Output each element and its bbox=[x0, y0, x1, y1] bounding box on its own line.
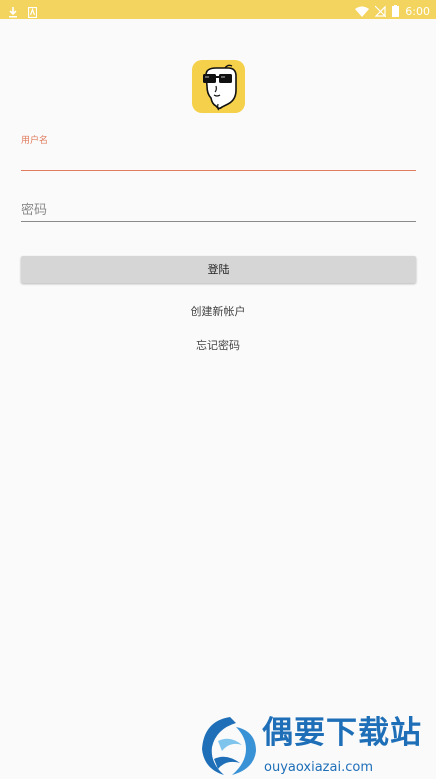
glasses-character-logo-icon bbox=[203, 64, 237, 111]
watermark-title: 偶要下载站 bbox=[262, 715, 422, 751]
username-field[interactable] bbox=[21, 150, 416, 171]
app-logo bbox=[192, 60, 245, 113]
watermark-logo-icon bbox=[202, 717, 256, 775]
username-label: 用户名 bbox=[21, 136, 49, 146]
status-bar: 6:00 bbox=[0, 0, 436, 19]
notification-icon bbox=[27, 3, 38, 22]
watermark-url: ouyaoxiazai.com bbox=[264, 760, 373, 775]
forgot-password-link[interactable]: 忘记密码 bbox=[0, 339, 436, 353]
clock: 6:00 bbox=[405, 5, 430, 18]
login-button-label: 登陆 bbox=[207, 263, 230, 276]
battery-icon bbox=[392, 2, 400, 21]
login-button[interactable]: 登陆 bbox=[21, 256, 416, 283]
wifi-icon bbox=[355, 2, 370, 21]
download-icon bbox=[8, 3, 18, 22]
status-bar-right: 6:00 bbox=[355, 2, 430, 21]
watermark: 偶要下载站 ouyaoxiazai.com bbox=[196, 711, 436, 779]
create-account-link[interactable]: 创建新帐户 bbox=[0, 305, 436, 319]
password-field[interactable] bbox=[21, 200, 416, 222]
no-sim-icon bbox=[374, 2, 387, 21]
status-bar-left bbox=[8, 3, 38, 22]
